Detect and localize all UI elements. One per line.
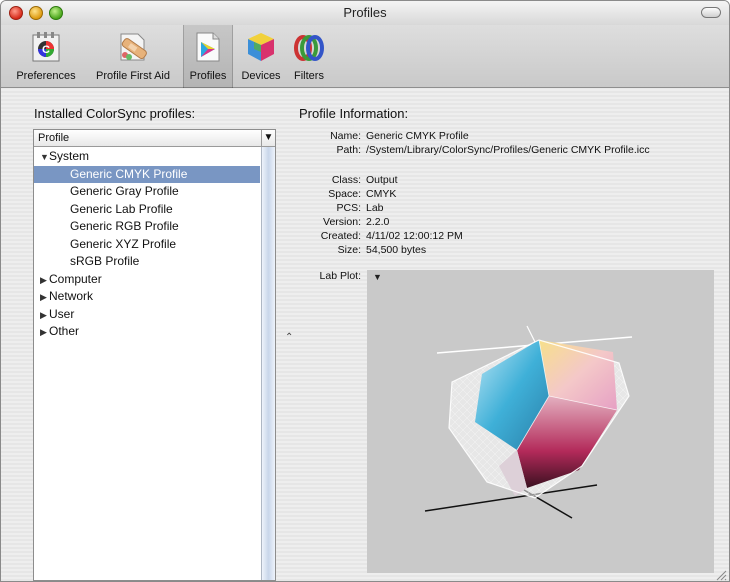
pcs-value: Lab [366, 202, 384, 214]
version-label: Version: [323, 216, 361, 228]
installed-profiles-heading: Installed ColorSync profiles: [34, 106, 196, 121]
toolbar-label: Profiles [189, 70, 227, 82]
class-value: Output [366, 174, 398, 186]
name-label: Name: [330, 130, 361, 142]
disclosure-triangle-closed-icon[interactable]: ▶ [40, 272, 49, 289]
profiles-icon [196, 32, 220, 62]
lab-gamut-graphic [424, 325, 633, 519]
first-aid-icon [120, 33, 147, 61]
svg-text:C: C [42, 44, 50, 56]
info-name-row: Name: Generic CMYK Profile [301, 130, 721, 144]
toolbar-devices[interactable]: Devices [235, 25, 287, 88]
profile-information-heading: Profile Information: [299, 106, 409, 121]
tree-item-generic-xyz[interactable]: Generic XYZ Profile [34, 236, 260, 254]
toolbar-filters[interactable]: Filters [289, 25, 329, 88]
profile-column-header[interactable]: Profile [34, 130, 261, 147]
tree-group-network[interactable]: ▶ Network [34, 288, 260, 306]
list-scrollbar[interactable] [261, 147, 275, 580]
info-path-row: Path: /System/Library/ColorSync/Profiles… [301, 144, 721, 158]
filters-icon [294, 35, 324, 61]
tree-item-generic-lab[interactable]: Generic Lab Profile [34, 201, 260, 219]
preferences-icon: C [32, 32, 60, 62]
toolbar: C Preferences Profile First Aid Profiles [1, 25, 729, 88]
info-size-row: Size: 54,500 bytes [301, 244, 721, 258]
tree-group-system[interactable]: ▼System [34, 148, 260, 166]
toolbar-profiles[interactable]: Profiles [183, 25, 233, 88]
info-created-row: Created: 4/11/02 12:00:12 PM [301, 230, 721, 244]
lab-plot[interactable]: ▼ [367, 270, 714, 573]
title-bar[interactable]: Profiles [1, 1, 729, 25]
content-area: Installed ColorSync profiles: Profile In… [1, 89, 729, 581]
tree-item-generic-gray[interactable]: Generic Gray Profile [34, 183, 260, 201]
info-version-row: Version: 2.2.0 [301, 216, 721, 230]
toolbar-label: Profile First Aid [96, 70, 170, 82]
toolbar-label: Devices [241, 70, 281, 82]
space-value: CMYK [366, 188, 397, 200]
toolbar-preferences[interactable]: C Preferences [7, 25, 85, 88]
tree-group-other[interactable]: ▶ Other [34, 323, 260, 341]
toolbar-toggle-button[interactable] [701, 7, 721, 18]
profiles-tree: ▼System Generic CMYK Profile Generic Gra… [34, 148, 260, 341]
size-label: Size: [337, 244, 361, 256]
tree-group-computer[interactable]: ▶ Computer [34, 271, 260, 289]
split-view-handle[interactable]: ⌃ [285, 332, 293, 343]
info-pcs-row: PCS: Lab [301, 202, 721, 216]
window-resize-grip-icon[interactable] [715, 569, 727, 581]
devices-icon [248, 33, 274, 61]
lab-plot-label: Lab Plot: [319, 270, 361, 282]
tree-group-user[interactable]: ▶ User [34, 306, 260, 324]
tree-item-srgb[interactable]: sRGB Profile [34, 253, 260, 271]
column-options-button[interactable]: ▼ [261, 130, 275, 147]
info-space-row: Space: CMYK [301, 188, 721, 202]
profiles-window: Profiles C Preferences Profile First Aid… [0, 0, 730, 582]
disclosure-triangle-closed-icon[interactable]: ▶ [40, 324, 49, 341]
toolbar-label: Preferences [16, 70, 76, 82]
pcs-label: PCS: [336, 202, 361, 214]
toolbar-profile-first-aid[interactable]: Profile First Aid [85, 25, 181, 88]
disclosure-triangle-open-icon[interactable]: ▼ [40, 149, 49, 166]
path-value: /System/Library/ColorSync/Profiles/Gener… [366, 144, 650, 156]
toolbar-label: Filters [294, 70, 324, 82]
plot-options-menu-icon[interactable]: ▼ [373, 272, 382, 282]
tree-item-generic-rgb[interactable]: Generic RGB Profile [34, 218, 260, 236]
class-label: Class: [331, 174, 361, 186]
info-class-row: Class: Output [301, 174, 721, 188]
name-value: Generic CMYK Profile [366, 130, 469, 142]
size-value: 54,500 bytes [366, 244, 427, 256]
window-title: Profiles [343, 5, 387, 20]
version-value: 2.2.0 [366, 216, 390, 228]
disclosure-triangle-closed-icon[interactable]: ▶ [40, 307, 49, 324]
created-value: 4/11/02 12:00:12 PM [366, 230, 463, 242]
created-label: Created: [320, 230, 361, 242]
profiles-list[interactable]: Profile ▼ ▼System Generic CMYK Profile G… [33, 129, 276, 581]
space-label: Space: [328, 188, 361, 200]
disclosure-triangle-closed-icon[interactable]: ▶ [40, 289, 49, 306]
tree-item-generic-cmyk[interactable]: Generic CMYK Profile [34, 165, 260, 183]
path-label: Path: [336, 144, 361, 156]
